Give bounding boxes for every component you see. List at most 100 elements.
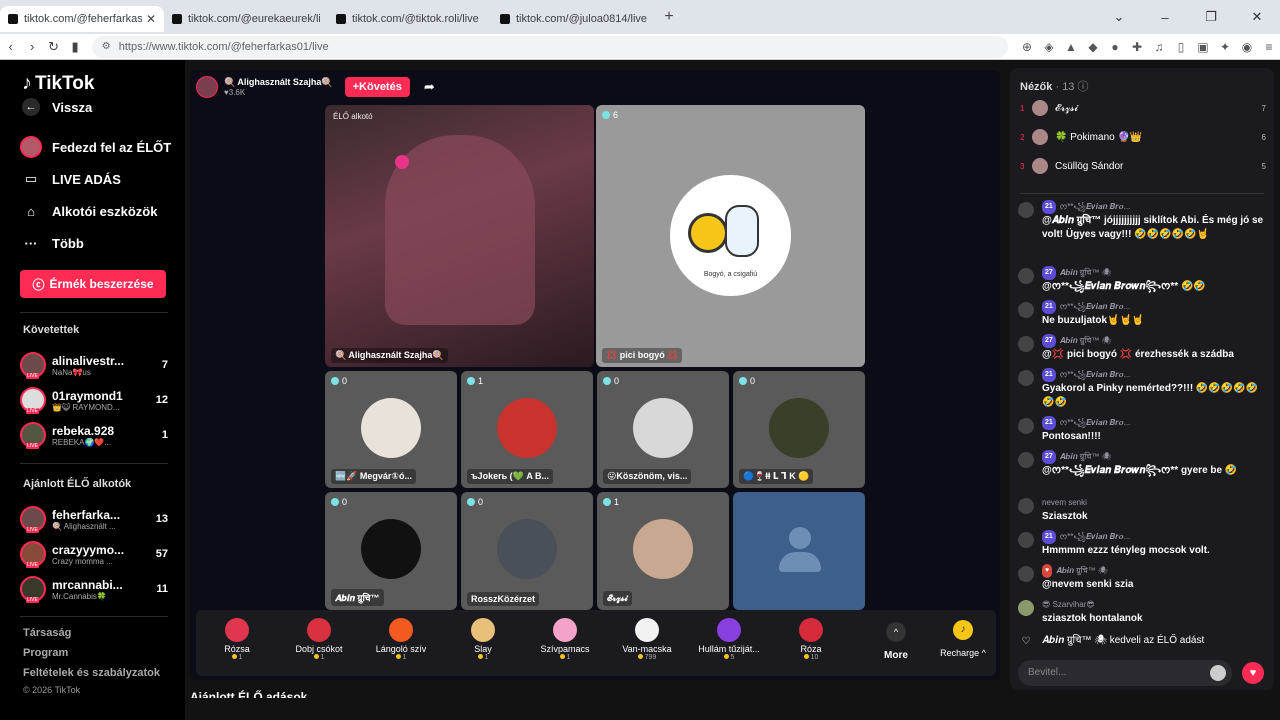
gift-item[interactable]: Van-macska 799	[606, 610, 688, 676]
guest-video-tile[interactable]: 6 Bogyó, a csigafiú 💢 pici bogyó 💢	[596, 105, 865, 367]
zoom-icon[interactable]: ⊕	[1016, 40, 1038, 54]
host-name[interactable]: 🍭 Alighasznált Szajha🍭	[224, 77, 333, 88]
back-icon[interactable]: ‹	[0, 39, 21, 54]
top-viewer[interactable]: 3 Csüllög Sándor 5	[1020, 155, 1266, 177]
music-icon[interactable]: ♫	[1148, 40, 1170, 54]
nav-live[interactable]: ▭ LIVE ADÁS	[20, 168, 180, 190]
host-avatar[interactable]	[196, 76, 218, 98]
avatar[interactable]	[1018, 418, 1034, 434]
following-account[interactable]: LIVE rebeka.928 REBEKA🌍❤️... 1	[20, 419, 168, 451]
footer-terms[interactable]: Feltételek és szabályzatok	[23, 667, 160, 679]
close-window-icon[interactable]: ✕	[1234, 9, 1280, 25]
viewer-count-value: 0	[750, 376, 756, 386]
guest-video-tile[interactable]: 0 𝑨𝒃𝒊𝒏 ग्रुचि™	[325, 492, 457, 610]
rewards-icon[interactable]: ▲	[1060, 40, 1082, 54]
tab-list-icon[interactable]: ⌄	[1096, 9, 1142, 25]
footer-company[interactable]: Társaság	[23, 627, 71, 639]
avatar[interactable]	[1018, 532, 1034, 548]
chat-input[interactable]: Bevitel...	[1018, 660, 1232, 686]
following-account[interactable]: LIVE alinalivestr... NaNa🎀us 7	[20, 349, 168, 381]
info-icon[interactable]: ⓘ	[1078, 81, 1089, 93]
avatar[interactable]	[1018, 452, 1034, 468]
bookmark-icon[interactable]: ▮	[64, 39, 85, 55]
chat-username[interactable]: nevem senki	[1042, 496, 1087, 510]
gift-item[interactable]: Dobj csókot 1	[278, 610, 360, 676]
sidebar-icon[interactable]: ▯	[1170, 40, 1192, 54]
top-viewer[interactable]: 1 𝓔𝓻𝔃𝓼𝓲 7	[1020, 97, 1266, 119]
recharge-button[interactable]: ♪ Recharge ^	[930, 610, 996, 676]
brave-shield-icon[interactable]: ◈	[1038, 40, 1060, 54]
follow-button[interactable]: +Követés	[344, 77, 410, 97]
browser-tab[interactable]: tiktok.com/@feherfarkas01/live ✕	[0, 6, 164, 32]
restore-icon[interactable]: ❐	[1188, 9, 1234, 25]
browser-tab[interactable]: tiktok.com/@eurekaeurek/live	[164, 6, 328, 32]
avatar[interactable]	[1018, 600, 1034, 616]
gift-item[interactable]: Rózsa 1	[196, 610, 278, 676]
guest-video-tile[interactable]: 0 RosszKözérzet	[461, 492, 593, 610]
recommended-account[interactable]: LIVE crazyyymo... Crazy momma ... 57	[20, 538, 168, 570]
emoji-icon[interactable]	[1210, 665, 1226, 681]
chat-username[interactable]: ᰔ**꧁𝑬𝒗𝒊𝒂𝒏 𝑩𝒓𝒐...	[1060, 416, 1130, 430]
extension-icon[interactable]: ●	[1104, 40, 1126, 54]
level-badge: 27	[1042, 450, 1056, 464]
nav-explore-live[interactable]: Fedezd fel az ÉLŐT	[20, 136, 180, 158]
chat-username[interactable]: 𝑨𝒃𝒊𝒏 ग्रुचि™ 🕷	[1060, 266, 1112, 280]
leo-icon[interactable]: ✦	[1214, 40, 1236, 54]
guest-video-tile[interactable]: 0 🔵🍷ⱡⱡ ᒪ ᒣ K 🟡	[733, 371, 865, 488]
footer-program[interactable]: Program	[23, 647, 68, 659]
avatar[interactable]	[1018, 566, 1034, 582]
following-account[interactable]: LIVE 01raymond1 👑😺 RAYMOND... 12	[20, 384, 168, 416]
chat-username[interactable]: 𝑨𝒃𝒊𝒏 ग्रुचि™ 🕷	[1060, 450, 1112, 464]
avatar[interactable]	[1018, 302, 1034, 318]
url-input[interactable]: ⚙ https://www.tiktok.com/@feherfarkas01/l…	[91, 35, 1008, 58]
guest-video-tile[interactable]: 0 😛Köszönöm, vis...	[597, 371, 729, 488]
avatar[interactable]	[1018, 202, 1034, 218]
get-coins-button[interactable]: ⓒ Érmék beszerzése	[20, 270, 166, 298]
chat-username[interactable]: ᰔ**꧁𝑬𝒗𝒊𝒂𝒏 𝑩𝒓𝒐...	[1060, 200, 1130, 214]
nav-creator-tools[interactable]: ⌂ Alkotói eszközök	[20, 200, 180, 222]
wallet-icon[interactable]: ▣	[1192, 40, 1214, 54]
share-icon[interactable]: ➦	[424, 79, 435, 95]
avatar[interactable]	[1018, 498, 1034, 514]
close-tab-icon[interactable]: ✕	[146, 12, 156, 26]
like-heart-button[interactable]: ♥	[1242, 662, 1264, 684]
puzzle-icon[interactable]: ✚	[1126, 40, 1148, 54]
browser-tab[interactable]: tiktok.com/@juloa0814/live	[492, 6, 656, 32]
gift-item[interactable]: Szívpamacs 1	[524, 610, 606, 676]
recommended-account[interactable]: LIVE feherfarka... 🍭 Alighasznált ... 13	[20, 503, 168, 535]
host-video-tile[interactable]: ÉLŐ alkotó 🍭 Alighasznált Szajha🍭	[325, 105, 594, 367]
browser-tab[interactable]: tiktok.com/@tiktok.roli/live	[328, 6, 492, 32]
avatar[interactable]	[1018, 268, 1034, 284]
vpn-icon[interactable]: ◉	[1236, 40, 1258, 54]
menu-icon[interactable]: ≡	[1258, 40, 1280, 54]
empty-guest-slot[interactable]	[733, 492, 865, 610]
avatar[interactable]	[1018, 336, 1034, 352]
chat-username[interactable]: 𝑨𝒃𝒊𝒏 ग्रुचि™ 🕷	[1060, 334, 1112, 348]
site-info-icon[interactable]: ⚙	[102, 41, 111, 52]
following-title: Követettek	[23, 324, 80, 336]
recommended-account[interactable]: LIVE mrcannabi... Mr.Cannabis🍀 11	[20, 573, 168, 605]
back-button[interactable]: ← Vissza	[22, 98, 92, 116]
minimize-icon[interactable]: –	[1142, 10, 1188, 25]
tiktok-logo[interactable]: ♪ TikTok	[22, 72, 94, 95]
nav-more[interactable]: ··· Több	[20, 232, 180, 254]
gift-item[interactable]: Lángoló szív 1	[360, 610, 442, 676]
chat-username[interactable]: 𝑨𝒃𝒊𝒏 ग्रुचि™ 🕷	[1056, 564, 1108, 578]
chat-username[interactable]: ᰔ**꧁𝑬𝒗𝒊𝒂𝒏 𝑩𝒓𝒐...	[1060, 530, 1130, 544]
gift-item[interactable]: Róza 10	[770, 610, 852, 676]
new-tab-button[interactable]: +	[656, 8, 682, 26]
guest-video-tile[interactable]: 1 ъJokerь (💚 A B...	[461, 371, 593, 488]
reload-icon[interactable]: ↻	[43, 39, 64, 55]
chat-username[interactable]: 😎 Szarvihar😎	[1042, 598, 1095, 612]
forward-icon[interactable]: ›	[21, 39, 42, 54]
avatar[interactable]	[1018, 370, 1034, 386]
chat-username[interactable]: ᰔ**꧁𝑬𝒗𝒊𝒂𝒏 𝑩𝒓𝒐...	[1060, 368, 1130, 382]
gift-item[interactable]: Hullám tűziját... 5	[688, 610, 770, 676]
chat-username[interactable]: ᰔ**꧁𝑬𝒗𝒊𝒂𝒏 𝑩𝒓𝒐...	[1060, 300, 1130, 314]
gift-item[interactable]: Slay 1	[442, 610, 524, 676]
more-gifts-button[interactable]: ^ More	[873, 610, 919, 676]
top-viewer[interactable]: 2 🍀 Pokimano 🔮👑 6	[1020, 126, 1266, 148]
guest-video-tile[interactable]: 0 🆕🚀 Megvár①ó...	[325, 371, 457, 488]
guest-video-tile[interactable]: 1 𝓔𝓻𝔃𝓼𝓲	[597, 492, 729, 610]
extension-icon[interactable]: ◆	[1082, 40, 1104, 54]
